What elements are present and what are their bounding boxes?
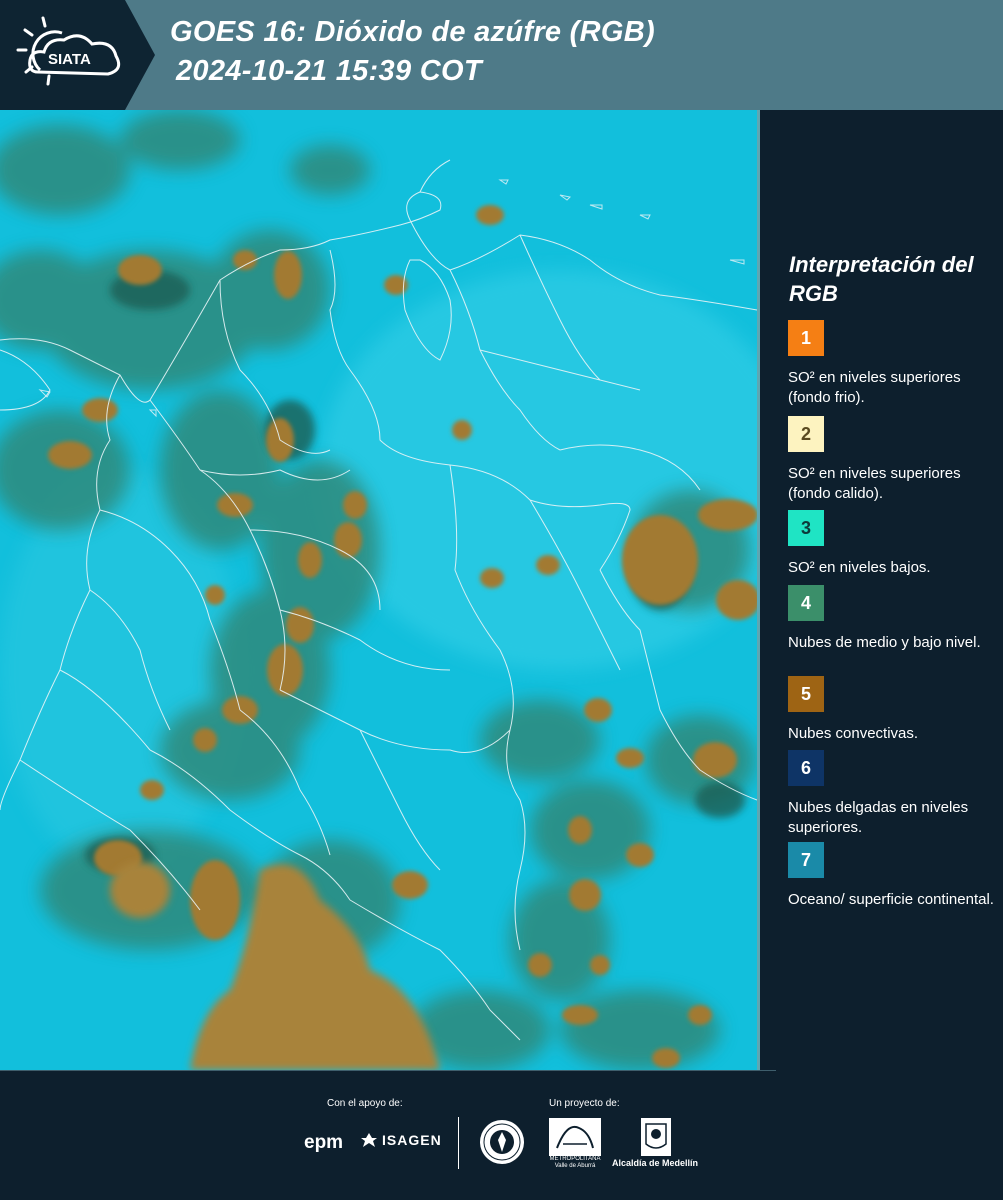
legend-text-6: Nubes delgadas en niveles superiores.: [788, 799, 969, 836]
siata-logo: SIATA: [0, 0, 155, 110]
legend-item-3: 3 SO² en niveles bajos.: [788, 510, 998, 578]
legend-swatch-4: 4: [788, 585, 824, 621]
legend-swatch-6: 6: [788, 750, 824, 786]
isagen-text: ISAGEN: [382, 1132, 442, 1148]
legend-text-2: SO² en niveles superiores (fondo calido)…: [788, 465, 961, 502]
alcaldia-caption: Alcaldía de Medellín: [612, 1158, 699, 1168]
title-line-1: GOES 16: Dióxido de azúfre (RGB): [170, 16, 655, 48]
footer: Con el apoyo de: Un proyecto de: epm ISA…: [0, 1070, 1003, 1200]
legend-panel: Interpretación del RGB 1 SO² en niveles …: [760, 110, 1003, 1070]
support-label: Con el apoyo de:: [327, 1098, 403, 1109]
logo-text: SIATA: [48, 51, 91, 68]
legend-item-4: 4 Nubes de medio y bajo nivel.: [788, 585, 998, 653]
legend-item-2: 2 SO² en niveles superiores (fondo calid…: [788, 416, 998, 504]
legend-text-4: Nubes de medio y bajo nivel.: [788, 634, 981, 651]
legend-item-5: 5 Nubes convectivas.: [788, 676, 998, 744]
footer-divider-line: [0, 1070, 776, 1071]
legend-text-5: Nubes convectivas.: [788, 725, 919, 742]
legend-swatch-1: 1: [788, 320, 824, 356]
isagen-logo: ISAGEN: [360, 1132, 442, 1148]
isagen-icon: [361, 1133, 377, 1147]
epm-logo: epm: [304, 1132, 344, 1153]
university-seal-logo: [478, 1118, 526, 1171]
project-label: Un proyecto de:: [549, 1098, 620, 1109]
satellite-map[interactable]: [0, 110, 760, 1070]
footer-vertical-divider: [458, 1117, 459, 1169]
legend-item-7: 7 Oceano/ superficie continental.: [788, 842, 998, 910]
legend-swatch-3: 3: [788, 510, 824, 546]
legend-text-7: Oceano/ superficie continental.: [788, 891, 994, 908]
legend-text-3: SO² en niveles bajos.: [788, 559, 931, 576]
header-bar: SIATA GOES 16: Dióxido de azúfre (RGB) 2…: [0, 0, 1003, 110]
legend-swatch-2: 2: [788, 416, 824, 452]
legend-item-6: 6 Nubes delgadas en niveles superiores.: [788, 750, 998, 838]
alcaldia-logo: [641, 1118, 671, 1161]
legend-swatch-5: 5: [788, 676, 824, 712]
area-metropolitana-logo: [549, 1118, 601, 1161]
legend-text-1: SO² en niveles superiores (fondo frio).: [788, 369, 961, 406]
legend-title: Interpretación del RGB: [789, 252, 974, 306]
legend-swatch-7: 7: [788, 842, 824, 878]
title-line-2: 2024-10-21 15:39 COT: [176, 55, 482, 87]
legend-item-1: 1 SO² en niveles superiores (fondo frio)…: [788, 320, 998, 408]
area-caption: METROPOLITANA Valle de Aburrá: [549, 1156, 601, 1169]
